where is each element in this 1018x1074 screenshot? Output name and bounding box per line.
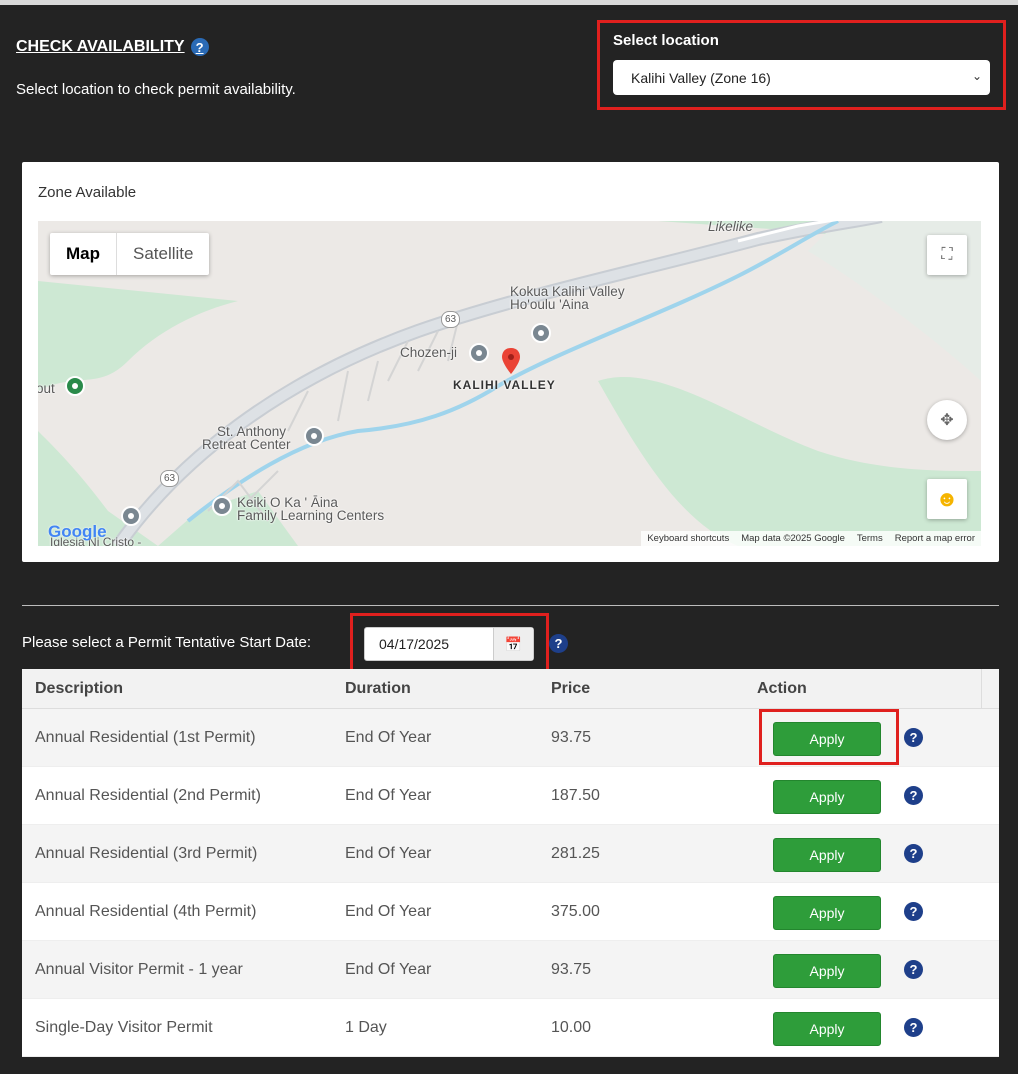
location-selected-value: Kalihi Valley (Zone 16) [631, 69, 771, 86]
row-description: Single-Day Visitor Permit [35, 1018, 213, 1036]
apply-button[interactable]: Apply [773, 780, 881, 814]
date-help-icon[interactable]: ? [549, 634, 568, 653]
section-divider [22, 605, 999, 606]
zone-available-label: Zone Available [38, 184, 137, 201]
apply-button[interactable]: Apply [773, 954, 881, 988]
row-price: 93.75 [551, 728, 592, 746]
map-data-text: Map data ©2025 Google [741, 533, 845, 544]
map-label-out: out [38, 381, 55, 396]
row-action: Apply ? [744, 825, 999, 882]
calendar-icon[interactable]: 📅 [492, 628, 533, 660]
row-help-icon[interactable]: ? [904, 1018, 923, 1037]
row-price: 10.00 [551, 1018, 592, 1036]
row-duration: End Of Year [345, 786, 432, 804]
row-help-icon[interactable]: ? [904, 786, 923, 805]
map-label-family-learning: Family Learning Centers [237, 508, 385, 523]
header-action: Action [744, 669, 982, 708]
table-row: Annual Residential (4th Permit) End Of Y… [22, 883, 999, 941]
location-marker-icon[interactable] [502, 348, 520, 374]
route-63-shield: 63 [441, 311, 461, 328]
check-availability-heading: CHECK AVAILABILITY ? [16, 38, 209, 56]
row-description: Annual Residential (4th Permit) [35, 902, 257, 920]
location-select[interactable]: Kalihi Valley (Zone 16) ⌄ [613, 60, 990, 95]
poi-chozenji-icon[interactable] [469, 343, 489, 363]
table-row: Annual Residential (2nd Permit) End Of Y… [22, 767, 999, 825]
start-date-value[interactable]: 04/17/2025 [365, 628, 493, 660]
page-title: CHECK AVAILABILITY [16, 38, 185, 55]
apply-highlight-box [759, 709, 899, 765]
report-map-error-link[interactable]: Report a map error [895, 533, 975, 544]
row-description: Annual Residential (3rd Permit) [35, 844, 258, 862]
row-action: Apply ? [744, 999, 999, 1056]
help-icon[interactable]: ? [190, 38, 209, 56]
map-view[interactable]: Map Satellite ⛶ ✥ ☻ Likelike Kokua Kalih… [38, 221, 981, 546]
row-help-icon[interactable]: ? [904, 844, 923, 863]
map-type-satellite-button[interactable]: Satellite [117, 233, 209, 275]
map-card: Zone Available Map Satellite ⛶ ✥ ☻ Likel… [22, 162, 999, 562]
table-row: Single-Day Visitor Permit 1 Day 10.00 Ap… [22, 999, 999, 1057]
row-help-icon[interactable]: ? [904, 728, 923, 747]
map-type-map-button[interactable]: Map [50, 233, 117, 275]
start-date-input[interactable]: 04/17/2025 📅 [364, 627, 534, 661]
row-action: Apply ? [744, 767, 999, 824]
poi-park-icon[interactable] [65, 376, 85, 396]
header-duration: Duration [345, 679, 411, 697]
table-row: Annual Residential (3rd Permit) End Of Y… [22, 825, 999, 883]
table-row: Annual Visitor Permit - 1 year End Of Ye… [22, 941, 999, 999]
apply-button[interactable]: Apply [773, 1012, 881, 1046]
street-view-pegman-icon[interactable]: ☻ [927, 479, 967, 519]
header-price: Price [551, 679, 591, 697]
map-label-retreat-center: Retreat Center [202, 437, 291, 452]
map-label-likelike: Likelike [708, 221, 754, 234]
row-help-icon[interactable]: ? [904, 902, 923, 921]
top-border [0, 0, 1018, 5]
start-date-label: Please select a Permit Tentative Start D… [22, 634, 312, 651]
row-description: Annual Visitor Permit - 1 year [35, 960, 243, 978]
poi-kokua-icon[interactable] [531, 323, 551, 343]
row-description: Annual Residential (2nd Permit) [35, 786, 261, 804]
map-type-control: Map Satellite [50, 233, 210, 275]
page-subtitle: Select location to check permit availabi… [16, 81, 296, 98]
row-duration: End Of Year [345, 728, 432, 746]
map-label-hooulu: Ho'oulu 'Aina [510, 297, 589, 312]
row-action: Apply ? [744, 941, 999, 998]
row-price: 93.75 [551, 960, 592, 978]
apply-button[interactable]: Apply [773, 838, 881, 872]
row-duration: End Of Year [345, 960, 432, 978]
terms-link[interactable]: Terms [857, 533, 883, 544]
google-logo: Google [48, 522, 107, 541]
row-duration: End Of Year [345, 844, 432, 862]
row-description: Annual Residential (1st Permit) [35, 728, 256, 746]
poi-st-anthony-icon[interactable] [304, 426, 324, 446]
row-help-icon[interactable]: ? [904, 960, 923, 979]
row-action: Apply ? [744, 883, 999, 940]
apply-button[interactable]: Apply [773, 896, 881, 930]
camera-control-icon[interactable]: ✥ [927, 400, 967, 440]
header-description: Description [35, 679, 124, 697]
location-label: Select location [613, 32, 719, 49]
map-label-kalihi-valley: KALIHI VALLEY [453, 378, 556, 392]
chevron-down-icon: ⌄ [971, 69, 982, 83]
row-duration: End Of Year [345, 902, 432, 920]
map-attribution: Keyboard shortcuts Map data ©2025 Google… [641, 531, 981, 546]
row-duration: 1 Day [345, 1018, 387, 1036]
fullscreen-icon[interactable]: ⛶ [927, 235, 967, 275]
row-price: 281.25 [551, 844, 600, 862]
map-label-chozenji: Chozen-ji [400, 345, 458, 360]
row-price: 375.00 [551, 902, 600, 920]
keyboard-shortcuts-link[interactable]: Keyboard shortcuts [647, 533, 729, 544]
table-header: Description Duration Price Action [22, 669, 999, 709]
route-63-shield-2: 63 [160, 470, 180, 487]
poi-iglesia-icon[interactable] [121, 506, 141, 526]
row-price: 187.50 [551, 786, 600, 804]
poi-keiki-icon[interactable] [212, 496, 232, 516]
